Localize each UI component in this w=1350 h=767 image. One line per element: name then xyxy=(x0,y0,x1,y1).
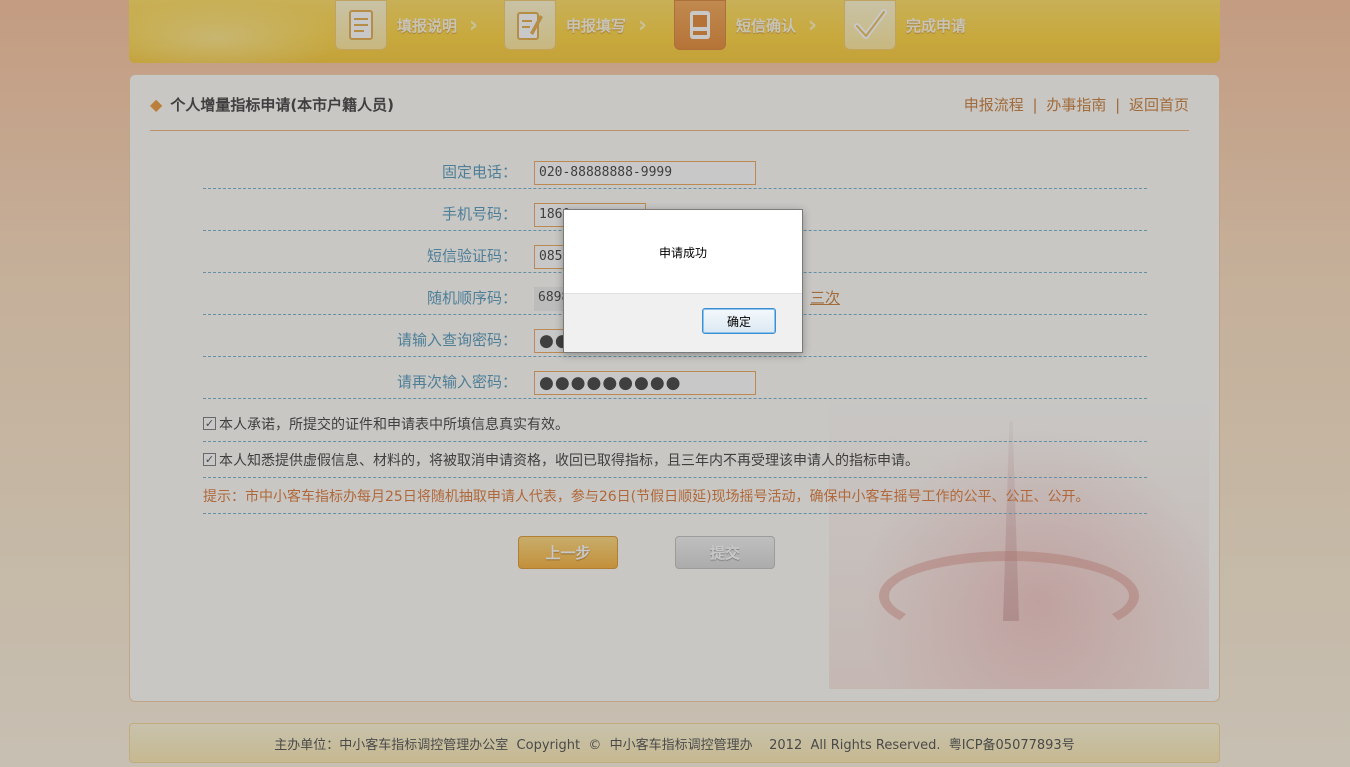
ok-button[interactable]: 确定 xyxy=(702,308,776,334)
dialog-message: 申请成功 xyxy=(658,245,707,260)
modal-overlay xyxy=(0,0,1350,767)
alert-dialog: 申请成功 确定 xyxy=(563,209,803,353)
dialog-footer: 确定 xyxy=(564,293,802,352)
